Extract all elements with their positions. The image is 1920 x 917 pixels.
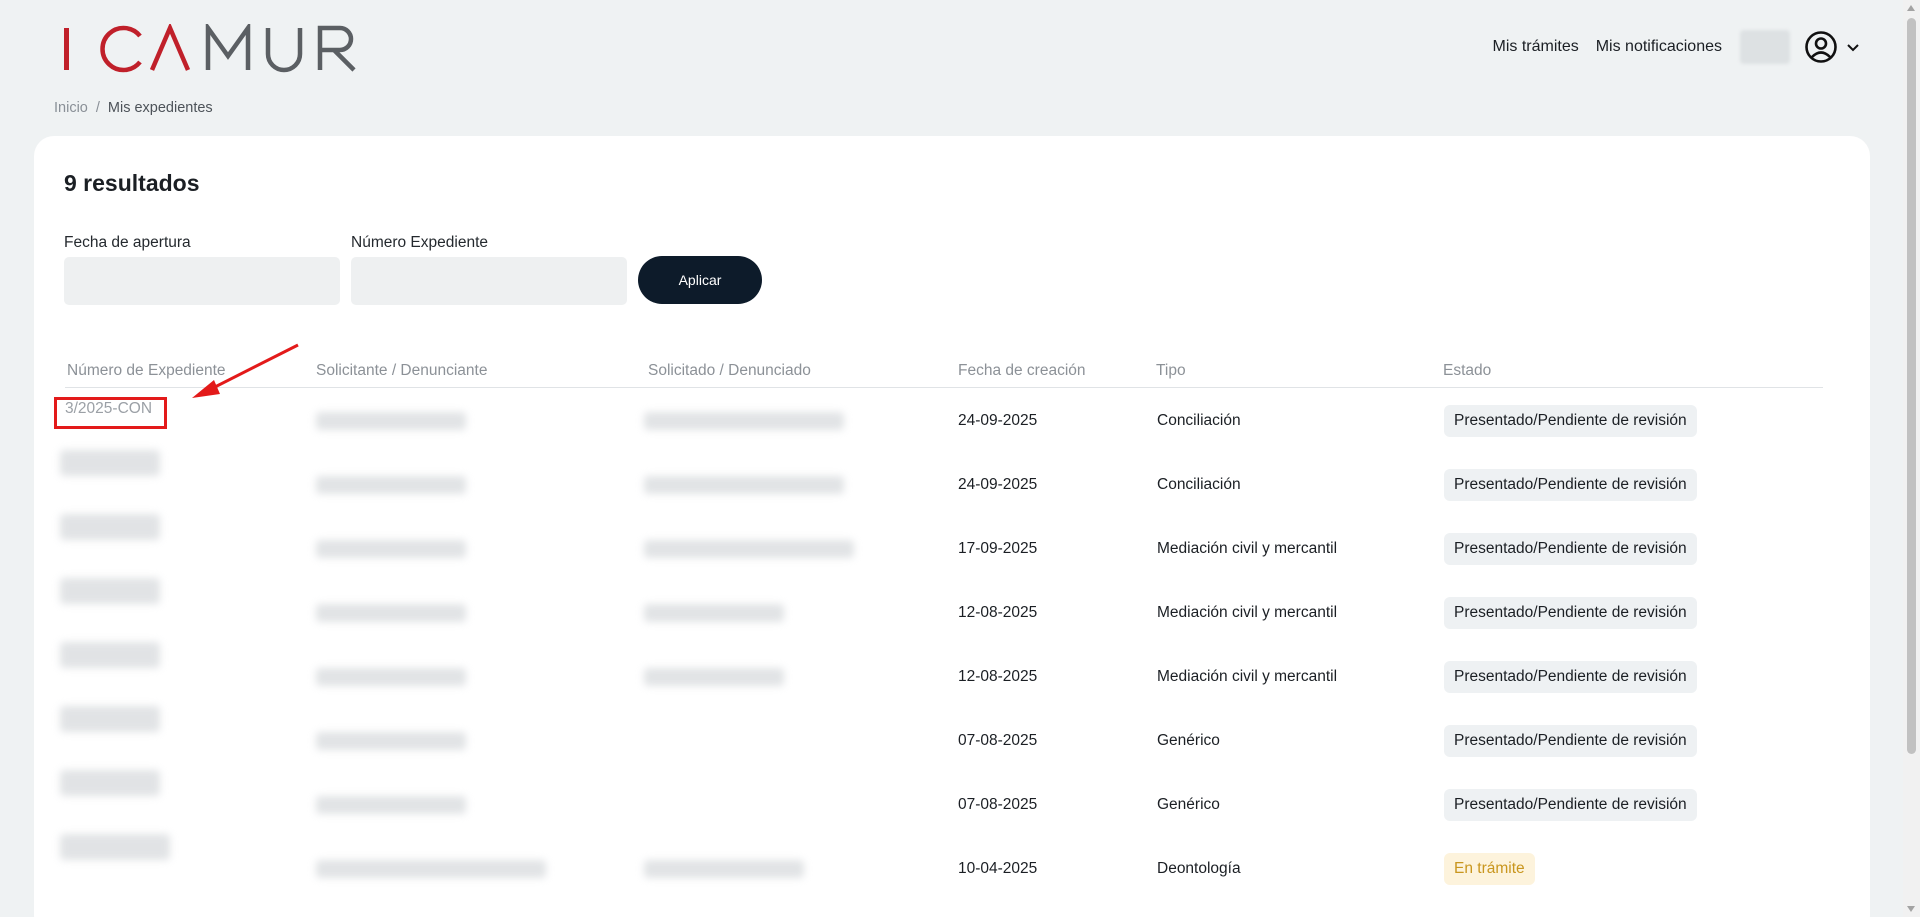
blurred-username bbox=[1740, 30, 1790, 64]
apply-button[interactable]: Aplicar bbox=[638, 256, 762, 304]
tipo: Mediación civil y mercantil bbox=[1157, 540, 1338, 557]
fecha-creacion: 17-09-2025 bbox=[958, 540, 1038, 557]
blurred-solicitante bbox=[316, 476, 466, 494]
status-badge: Presentado/Pendiente de revisión bbox=[1444, 661, 1697, 693]
fecha-creacion: 07-08-2025 bbox=[958, 732, 1038, 749]
fecha-apertura-label: Fecha de apertura bbox=[64, 234, 191, 251]
status-badge: Presentado/Pendiente de revisión bbox=[1444, 725, 1697, 757]
blurred-expediente-number[interactable] bbox=[60, 642, 160, 668]
scroll-up-icon[interactable] bbox=[1907, 5, 1915, 11]
fecha-creacion: 12-08-2025 bbox=[958, 604, 1038, 621]
blurred-solicitado bbox=[644, 540, 854, 558]
tipo: Genérico bbox=[1157, 796, 1220, 813]
page-scrollbar[interactable] bbox=[1903, 0, 1920, 917]
blurred-solicitante bbox=[316, 796, 466, 814]
header-solicitante[interactable]: Solicitante / Denunciante bbox=[316, 362, 487, 380]
filter-numero-expediente: Número Expediente bbox=[351, 234, 627, 305]
chevron-down-icon bbox=[1847, 44, 1859, 52]
nav-mis-tramites[interactable]: Mis trámites bbox=[1492, 38, 1578, 56]
user-menu-toggle[interactable] bbox=[1804, 30, 1862, 64]
numero-expediente-input[interactable] bbox=[351, 257, 627, 305]
status-badge: En trámite bbox=[1444, 853, 1535, 885]
breadcrumb: Inicio / Mis expedientes bbox=[54, 100, 213, 116]
header-estado[interactable]: Estado bbox=[1443, 362, 1491, 380]
blurred-expediente-number[interactable] bbox=[60, 514, 160, 540]
fecha-creacion: 24-09-2025 bbox=[958, 476, 1038, 493]
fecha-creacion: 07-08-2025 bbox=[958, 796, 1038, 813]
scroll-down-icon[interactable] bbox=[1907, 906, 1915, 912]
status-badge: Presentado/Pendiente de revisión bbox=[1444, 789, 1697, 821]
top-nav: Mis trámites Mis notificaciones bbox=[1475, 30, 1862, 64]
filter-fecha-apertura: Fecha de apertura bbox=[64, 234, 340, 305]
table-row[interactable]: 12-08-2025 Mediación civil y mercantil Pre… bbox=[34, 578, 1870, 654]
status-badge: Presentado/Pendiente de revisión bbox=[1444, 597, 1697, 629]
blurred-solicitante bbox=[316, 412, 466, 430]
tipo: Mediación civil y mercantil bbox=[1157, 604, 1338, 621]
user-circle-icon bbox=[1805, 31, 1837, 63]
breadcrumb-separator: / bbox=[95, 100, 100, 116]
table-row[interactable]: 10-04-2025 Deontología En trámite bbox=[34, 834, 1870, 910]
blurred-solicitante bbox=[316, 668, 466, 686]
blurred-solicitado bbox=[644, 604, 784, 622]
blurred-solicitado bbox=[644, 412, 844, 430]
blurred-solicitante bbox=[316, 604, 466, 622]
blurred-solicitado bbox=[644, 476, 844, 494]
fecha-creacion: 24-09-2025 bbox=[958, 412, 1038, 429]
nav-mis-notificaciones[interactable]: Mis notificaciones bbox=[1596, 38, 1722, 56]
breadcrumb-current: Mis expedientes bbox=[107, 100, 213, 116]
status-badge: Presentado/Pendiente de revisión bbox=[1444, 533, 1697, 565]
blurred-solicitante bbox=[316, 540, 466, 558]
header-numero-expediente[interactable]: Número de Expediente bbox=[67, 362, 226, 380]
status-badge: Presentado/Pendiente de revisión bbox=[1444, 405, 1697, 437]
blurred-expediente-number[interactable] bbox=[60, 770, 160, 796]
blurred-expediente-number[interactable] bbox=[60, 706, 160, 732]
blurred-solicitante bbox=[316, 860, 546, 878]
table-row[interactable]: 07-08-2025 Genérico Presentado/Pendiente d… bbox=[34, 770, 1870, 846]
tipo: Deontología bbox=[1157, 860, 1241, 877]
blurred-solicitante bbox=[316, 732, 466, 750]
table-row[interactable]: 24-09-2025 Conciliación Presentado/Pendien… bbox=[34, 450, 1870, 526]
blurred-solicitado bbox=[644, 668, 784, 686]
tipo: Conciliación bbox=[1157, 476, 1241, 493]
fecha-creacion: 12-08-2025 bbox=[958, 668, 1038, 685]
blurred-solicitado bbox=[644, 860, 804, 878]
results-count: 9 resultados bbox=[64, 170, 200, 196]
table-header: Número de Expediente Solicitante / Denun… bbox=[65, 362, 1823, 388]
table-row[interactable]: 12-08-2025 Mediación civil y mercantil Pre… bbox=[34, 642, 1870, 718]
annotation-highlight-box bbox=[54, 397, 167, 429]
header-solicitado[interactable]: Solicitado / Denunciado bbox=[648, 362, 811, 380]
breadcrumb-home[interactable]: Inicio bbox=[54, 100, 88, 116]
fecha-creacion: 10-04-2025 bbox=[958, 860, 1038, 877]
blurred-expediente-number[interactable] bbox=[60, 834, 170, 860]
blurred-expediente-number[interactable] bbox=[60, 578, 160, 604]
header-tipo[interactable]: Tipo bbox=[1156, 362, 1186, 380]
blurred-expediente-number[interactable] bbox=[60, 450, 160, 476]
icamur-logo[interactable] bbox=[62, 24, 362, 74]
tipo: Mediación civil y mercantil bbox=[1157, 668, 1338, 685]
scroll-thumb[interactable] bbox=[1907, 18, 1916, 754]
top-header: Mis trámites Mis notificaciones Inicio / M… bbox=[0, 0, 1900, 116]
table-row[interactable]: 3/2025-CON 24-09-2025 Conciliación Presenta… bbox=[34, 398, 1870, 462]
fecha-apertura-input[interactable] bbox=[64, 257, 340, 305]
numero-expediente-label: Número Expediente bbox=[351, 234, 488, 251]
tipo: Genérico bbox=[1157, 732, 1220, 749]
table-row[interactable]: 07-08-2025 Genérico Presentado/Pendiente d… bbox=[34, 706, 1870, 782]
status-badge: Presentado/Pendiente de revisión bbox=[1444, 469, 1697, 501]
header-fecha-creacion[interactable]: Fecha de creación bbox=[958, 362, 1086, 380]
table-row[interactable]: 17-09-2025 Mediación civil y mercantil Pre… bbox=[34, 514, 1870, 590]
tipo: Conciliación bbox=[1157, 412, 1241, 429]
results-card: 9 resultados Fecha de apertura Número Ex… bbox=[34, 136, 1870, 917]
